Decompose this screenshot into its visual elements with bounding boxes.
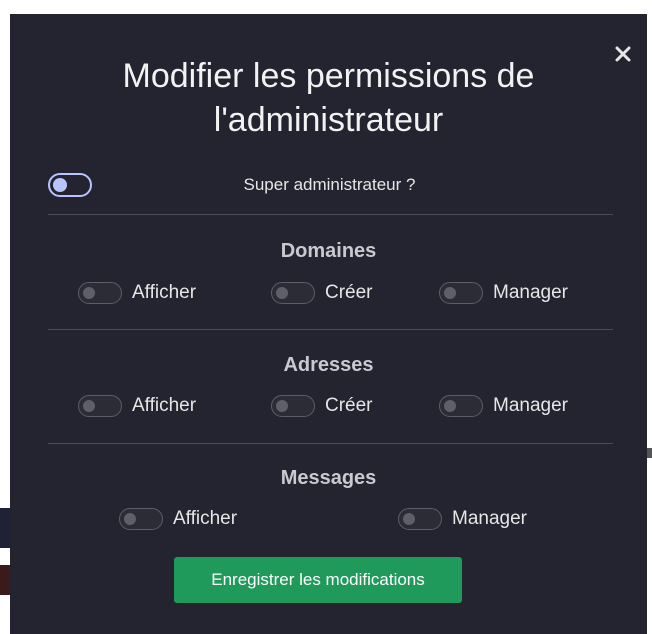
backdrop-right-mark (647, 448, 652, 458)
section-title-messages: Messages (280, 467, 377, 489)
section-title-adresses: Adresses (283, 354, 374, 376)
divider (48, 329, 613, 330)
permissions-modal: Modifier les permissions de l'administra… (10, 14, 647, 634)
toggle-knob (83, 287, 95, 299)
save-button[interactable]: Enregistrer les modifications (174, 557, 462, 603)
perm-messages-manager[interactable]: Manager (398, 508, 527, 530)
perm-domaines-creer[interactable]: Créer (271, 282, 373, 304)
toggle-switch[interactable] (119, 508, 163, 530)
backdrop-left-strip (0, 565, 10, 595)
backdrop-right (647, 0, 652, 634)
toggle-knob (276, 400, 288, 412)
divider (48, 443, 613, 444)
toggle-switch[interactable] (78, 282, 122, 304)
toggle-switch[interactable] (439, 282, 483, 304)
perm-label: Manager (493, 395, 568, 416)
toggle-knob (53, 178, 67, 192)
perm-label: Manager (452, 508, 527, 529)
perm-label: Afficher (173, 508, 238, 529)
super-admin-toggle[interactable] (48, 173, 92, 197)
modal-title: Modifier les permissions de l'administra… (122, 57, 535, 139)
toggle-switch[interactable] (78, 395, 122, 417)
toggle-switch[interactable] (439, 395, 483, 417)
perm-label: Afficher (132, 395, 197, 416)
toggle-switch[interactable] (271, 282, 315, 304)
perm-label: Créer (325, 395, 373, 416)
perm-adresses-afficher[interactable]: Afficher (78, 395, 196, 417)
toggle-knob (83, 400, 95, 412)
perm-label: Manager (493, 282, 568, 303)
super-admin-label: Super administrateur ? (243, 175, 416, 194)
perm-label: Créer (325, 282, 373, 303)
toggle-knob (403, 513, 415, 525)
backdrop-left-strip (0, 508, 10, 548)
divider (48, 214, 613, 215)
super-admin-row: Super administrateur ? (48, 170, 611, 200)
toggle-knob (276, 287, 288, 299)
toggle-knob (444, 287, 456, 299)
section-title-domaines: Domaines (280, 240, 377, 262)
perm-adresses-creer[interactable]: Créer (271, 395, 373, 417)
perm-domaines-manager[interactable]: Manager (439, 282, 568, 304)
perm-messages-afficher[interactable]: Afficher (119, 508, 237, 530)
perm-label: Afficher (132, 282, 197, 303)
toggle-switch[interactable] (271, 395, 315, 417)
perm-domaines-afficher[interactable]: Afficher (78, 282, 196, 304)
perm-adresses-manager[interactable]: Manager (439, 395, 568, 417)
toggle-knob (444, 400, 456, 412)
toggle-switch[interactable] (398, 508, 442, 530)
backdrop-top (10, 0, 647, 14)
toggle-knob (124, 513, 136, 525)
